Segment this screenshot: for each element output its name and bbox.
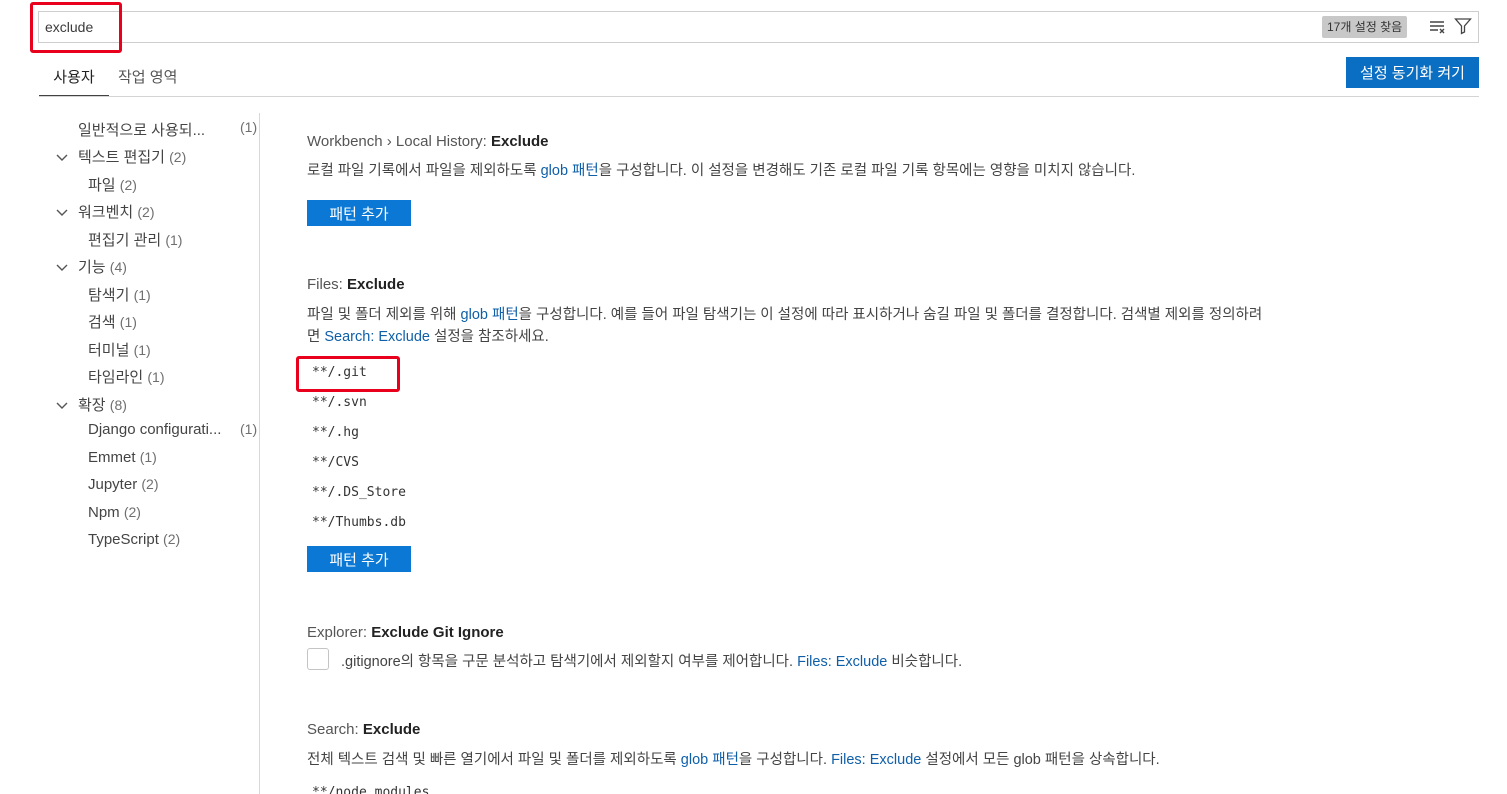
glob-pattern-link[interactable]: glob 패턴 — [541, 163, 599, 179]
setting-title-explorer-exclude-git-ignore: Explorer: Exclude Git Ignore — [307, 624, 504, 641]
toc-item-editor-management[interactable]: 편집기 관리 (1) — [88, 229, 182, 251]
pattern-item[interactable]: **/CVS — [312, 455, 359, 470]
settings-search-box[interactable] — [38, 11, 1479, 43]
add-pattern-button[interactable]: 패턴 추가 — [307, 546, 411, 572]
pattern-item[interactable]: **/.svn — [312, 395, 367, 410]
setting-desc-search-exclude: 전체 텍스트 검색 및 빠른 열기에서 파일 및 폴더를 제외하도록 glob … — [307, 752, 1160, 768]
tabs-divider — [39, 96, 1479, 97]
toc-item-commonly-used[interactable]: 일반적으로 사용되... (1) — [78, 119, 257, 141]
setting-desc-explorer-exclude-git-ignore: .gitignore의 항목을 구문 분석하고 탐색기에서 제외할지 여부를 제… — [341, 654, 963, 670]
pattern-item[interactable]: **/Thumbs.db — [312, 515, 406, 530]
toc-divider — [259, 113, 260, 794]
pattern-highlight-box — [296, 356, 400, 392]
toc-item-text-editor[interactable]: 텍스트 편집기 (2) — [78, 146, 186, 168]
clear-filter-icon[interactable] — [1428, 18, 1446, 36]
settings-sync-button[interactable]: 설정 동기화 켜기 — [1346, 57, 1479, 88]
chevron-down-icon[interactable] — [54, 259, 70, 275]
pattern-item[interactable]: **/node_modules — [312, 785, 429, 794]
setting-title-local-history-exclude: Workbench › Local History: Exclude — [307, 133, 549, 150]
results-count-badge: 17개 설정 찾음 — [1322, 16, 1408, 38]
glob-pattern-link[interactable]: glob 패턴 — [461, 307, 519, 323]
chevron-down-icon[interactable] — [54, 149, 70, 165]
pattern-item[interactable]: **/.hg — [312, 425, 359, 440]
setting-desc-files-exclude: 파일 및 폴더 제외를 위해 glob 패턴을 구성합니다. 예를 들어 파일 … — [307, 307, 1263, 323]
files-exclude-link[interactable]: Files: Exclude — [831, 752, 921, 768]
setting-title-files-exclude: Files: Exclude — [307, 276, 405, 293]
toc-item-typescript[interactable]: TypeScript (2) — [88, 531, 180, 553]
exclude-git-ignore-checkbox[interactable] — [307, 648, 329, 670]
toc-item-extensions[interactable]: 확장 (8) — [78, 394, 127, 416]
toc-item-emmet[interactable]: Emmet (1) — [88, 449, 157, 471]
toc-item-terminal[interactable]: 터미널 (1) — [88, 339, 151, 361]
setting-desc-files-exclude-line2: 면 Search: Exclude 설정을 참조하세요. — [307, 329, 549, 345]
toc-item-django[interactable]: Django configurati... (1) — [88, 421, 257, 443]
pattern-item[interactable]: **/.DS_Store — [312, 485, 406, 500]
toc-item-npm[interactable]: Npm (2) — [88, 504, 141, 526]
search-input[interactable] — [39, 12, 1309, 42]
tab-workspace[interactable]: 작업 영역 — [118, 66, 177, 96]
glob-pattern-link[interactable]: glob 패턴 — [681, 752, 739, 768]
toc-item-files[interactable]: 파일 (2) — [88, 174, 137, 196]
toc-item-jupyter[interactable]: Jupyter (2) — [88, 476, 159, 498]
files-exclude-link[interactable]: Files: Exclude — [797, 654, 887, 670]
search-exclude-link[interactable]: Search: Exclude — [324, 329, 430, 345]
chevron-down-icon[interactable] — [54, 204, 70, 220]
filter-icon[interactable] — [1454, 17, 1472, 35]
toc-item-workbench[interactable]: 워크벤치 (2) — [78, 201, 155, 223]
setting-title-search-exclude: Search: Exclude — [307, 721, 421, 738]
toc-item-explorer[interactable]: 탐색기 (1) — [88, 284, 151, 306]
chevron-down-icon[interactable] — [54, 397, 70, 413]
search-highlight-box — [30, 2, 122, 53]
toc-item-search[interactable]: 검색 (1) — [88, 311, 137, 333]
tab-user[interactable]: 사용자 — [39, 66, 109, 96]
toc-item-timeline[interactable]: 타임라인 (1) — [88, 366, 165, 388]
toc-item-features[interactable]: 기능 (4) — [78, 256, 127, 278]
setting-desc-local-history-exclude: 로컬 파일 기록에서 파일을 제외하도록 glob 패턴을 구성합니다. 이 설… — [307, 163, 1136, 179]
add-pattern-button[interactable]: 패턴 추가 — [307, 200, 411, 226]
